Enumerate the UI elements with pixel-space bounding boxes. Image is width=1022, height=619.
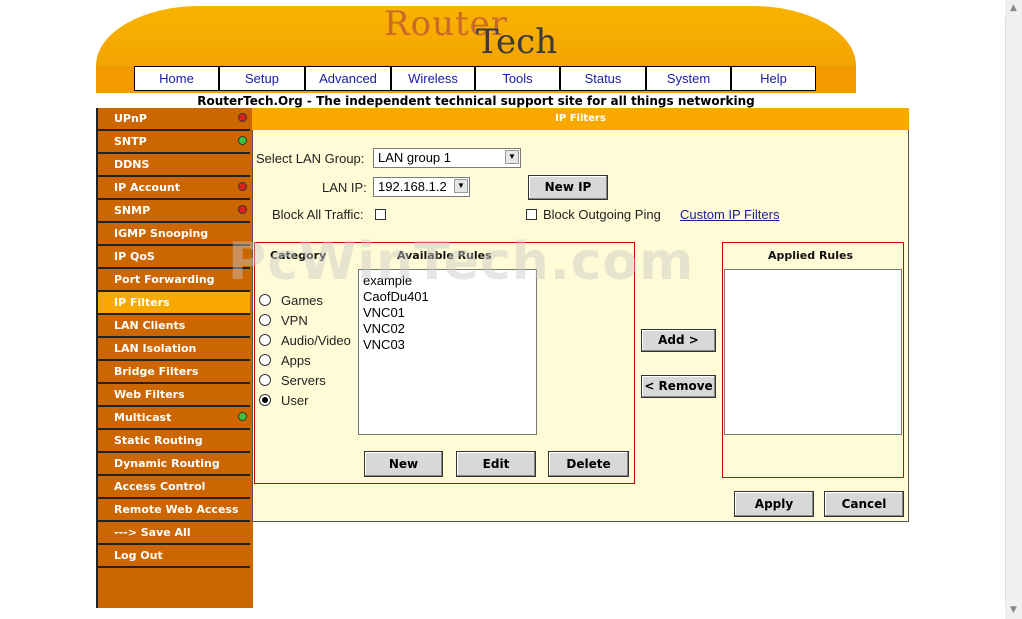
category-label-games: Games	[281, 293, 323, 308]
new-ip-button[interactable]: New IP	[528, 175, 608, 200]
status-red-icon	[238, 113, 247, 122]
delete-rule-button[interactable]: Delete	[548, 451, 629, 477]
tagline: RouterTech.Org - The independent technic…	[197, 94, 755, 108]
lan-group-value: LAN group 1	[378, 150, 451, 165]
sidebar-item-label: IGMP Snooping	[114, 227, 209, 240]
category-radio-user[interactable]	[259, 394, 271, 406]
chevron-down-icon: ▼	[454, 179, 468, 193]
category-radio-games[interactable]	[259, 294, 271, 306]
lan-ip-label: LAN IP:	[322, 180, 367, 195]
status-red-icon	[238, 182, 247, 191]
sidebar-item-label: DDNS	[114, 158, 150, 171]
sidebar-item-label: Bridge Filters	[114, 365, 199, 378]
scroll-down-icon[interactable]: ▼	[1005, 602, 1022, 619]
nav-tools[interactable]: Tools	[475, 66, 560, 91]
category-label-audio-video: Audio/Video	[281, 333, 351, 348]
watermark: PcWinTech.com	[228, 232, 695, 292]
sidebar-item-remote-web-access[interactable]: Remote Web Access	[98, 499, 250, 522]
block-outgoing-ping-label: Block Outgoing Ping	[543, 207, 661, 222]
sidebar-item-static-routing[interactable]: Static Routing	[98, 430, 250, 453]
sidebar-item-ip-filters[interactable]: IP Filters	[98, 292, 250, 315]
sidebar-item-label: LAN Isolation	[114, 342, 197, 355]
sidebar-item-snmp[interactable]: SNMP	[98, 200, 250, 223]
sidebar-item-label: IP Account	[114, 181, 181, 194]
nav-system[interactable]: System	[646, 66, 731, 91]
add-rule-button[interactable]: Add >	[641, 329, 716, 352]
status-green-icon	[238, 136, 247, 145]
nav-advanced[interactable]: Advanced	[305, 66, 391, 91]
lan-group-select[interactable]: LAN group 1 ▼	[373, 148, 521, 168]
sidebar-item-label: IP QoS	[114, 250, 155, 263]
list-item[interactable]: VNC02	[363, 321, 405, 336]
block-all-traffic-label: Block All Traffic:	[272, 207, 364, 222]
sidebar-item-lan-clients[interactable]: LAN Clients	[98, 315, 250, 338]
sidebar-item-dynamic-routing[interactable]: Dynamic Routing	[98, 453, 250, 476]
vertical-scrollbar[interactable]	[1005, 0, 1022, 619]
select-lan-group-label: Select LAN Group:	[256, 151, 365, 166]
sidebar-item-log-out[interactable]: Log Out	[98, 545, 250, 568]
sidebar-item-upnp[interactable]: UPnP	[98, 108, 250, 131]
sidebar-item-multicast[interactable]: Multicast	[98, 407, 250, 430]
nav-home[interactable]: Home	[134, 66, 219, 91]
sidebar-item-bridge-filters[interactable]: Bridge Filters	[98, 361, 250, 384]
nav-help[interactable]: Help	[731, 66, 816, 91]
sidebar-item-access-control[interactable]: Access Control	[98, 476, 250, 499]
sidebar-item-save-all[interactable]: ---> Save All	[98, 522, 250, 545]
edit-rule-button[interactable]: Edit	[456, 451, 536, 477]
nav-setup[interactable]: Setup	[219, 66, 305, 91]
category-radio-servers[interactable]	[259, 374, 271, 386]
custom-ip-filters-link[interactable]: Custom IP Filters	[680, 207, 779, 222]
sidebar-item-label: Multicast	[114, 411, 172, 424]
block-all-traffic-checkbox[interactable]	[375, 209, 386, 220]
list-item[interactable]: VNC01	[363, 305, 405, 320]
sidebar-item-label: Access Control	[114, 480, 206, 493]
sidebar-item-web-filters[interactable]: Web Filters	[98, 384, 250, 407]
apply-button[interactable]: Apply	[734, 491, 814, 517]
new-rule-button[interactable]: New	[364, 451, 443, 477]
panel-title: IP Filters	[252, 108, 909, 130]
sidebar-item-label: SNTP	[114, 135, 147, 148]
category-label-vpn: VPN	[281, 313, 308, 328]
list-item[interactable]: VNC03	[363, 337, 405, 352]
category-radio-apps[interactable]	[259, 354, 271, 366]
sidebar-item-label: UPnP	[114, 112, 147, 125]
category-radio-vpn[interactable]	[259, 314, 271, 326]
applied-rules-list[interactable]	[724, 269, 902, 435]
sidebar-item-label: SNMP	[114, 204, 151, 217]
remove-rule-button[interactable]: < Remove	[641, 375, 716, 398]
sidebar-item-label: Port Forwarding	[114, 273, 215, 286]
routertech-logo: Router Tech	[380, 4, 580, 64]
nav-wireless[interactable]: Wireless	[391, 66, 475, 91]
lan-ip-value: 192.168.1.2	[378, 179, 447, 194]
lan-ip-select[interactable]: 192.168.1.2 ▼	[373, 177, 470, 197]
sidebar-item-sntp[interactable]: SNTP	[98, 131, 250, 154]
sidebar-item-label: IP Filters	[114, 296, 170, 309]
sidebar-item-lan-isolation[interactable]: LAN Isolation	[98, 338, 250, 361]
nav-status[interactable]: Status	[560, 66, 646, 91]
category-label-servers: Servers	[281, 373, 326, 388]
sidebar-item-label: Web Filters	[114, 388, 185, 401]
sidebar-item-ddns[interactable]: DDNS	[98, 154, 250, 177]
chevron-down-icon: ▼	[505, 150, 519, 164]
category-radio-audio-video[interactable]	[259, 334, 271, 346]
applied-rules-header: Applied Rules	[768, 249, 854, 262]
status-red-icon	[238, 205, 247, 214]
category-label-apps: Apps	[281, 353, 311, 368]
sidebar-item-label: Log Out	[114, 549, 163, 562]
available-rules-list[interactable]: example CaofDu401 VNC01 VNC02 VNC03	[358, 269, 537, 435]
sidebar-item-label: Dynamic Routing	[114, 457, 220, 470]
sidebar-item-label: Static Routing	[114, 434, 203, 447]
cancel-button[interactable]: Cancel	[824, 491, 904, 517]
sidebar-item-label: Remote Web Access	[114, 503, 239, 516]
block-outgoing-ping-checkbox[interactable]	[526, 209, 537, 220]
logo-text-2: Tech	[476, 22, 558, 62]
status-green-icon	[238, 412, 247, 421]
category-label-user: User	[281, 393, 309, 408]
scroll-up-icon[interactable]: ▲	[1005, 0, 1022, 17]
sidebar-item-ip-account[interactable]: IP Account	[98, 177, 250, 200]
sidebar-item-label: ---> Save All	[114, 526, 191, 539]
sidebar-item-label: LAN Clients	[114, 319, 186, 332]
